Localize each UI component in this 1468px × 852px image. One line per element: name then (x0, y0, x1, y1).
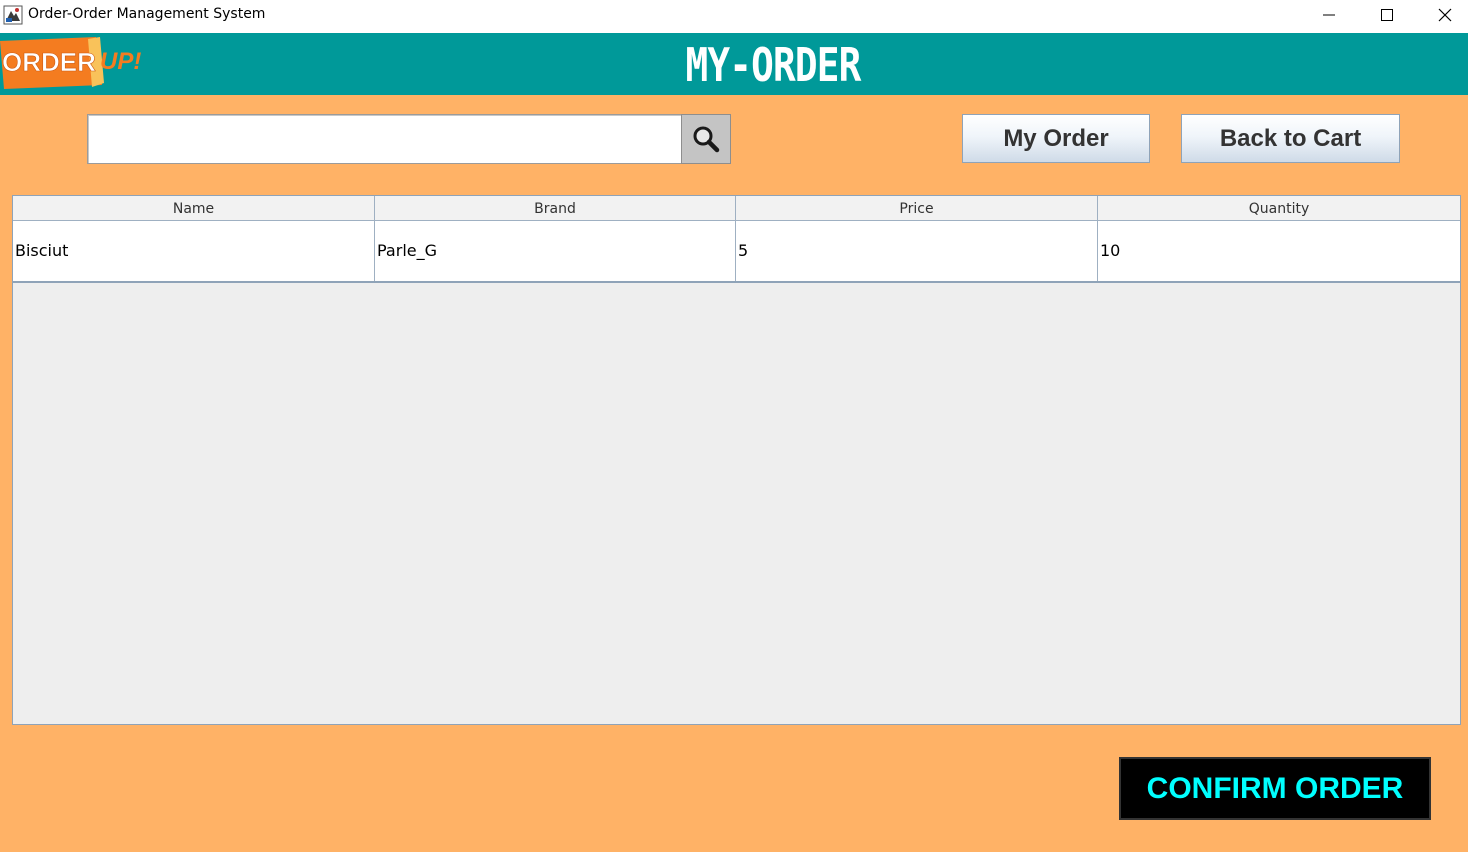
back-to-cart-button[interactable]: Back to Cart (1181, 114, 1400, 163)
maximize-button[interactable] (1358, 0, 1416, 30)
search-input[interactable] (87, 114, 681, 164)
window-titlebar: Order-Order Management System (0, 0, 1468, 33)
app-icon (3, 5, 23, 25)
svg-text:UP!: UP! (100, 48, 141, 75)
minimize-icon (1323, 14, 1335, 16)
confirm-order-button[interactable]: CONFIRM ORDER (1119, 757, 1431, 820)
maximize-icon (1381, 9, 1393, 21)
cell-brand[interactable]: Parle_G (375, 221, 736, 281)
search-button[interactable] (681, 114, 731, 164)
page-header: ORDER UP! MY-ORDER (0, 33, 1468, 95)
close-icon (1438, 8, 1452, 22)
order-table[interactable]: Name Brand Price Quantity Bisciut Parle_… (12, 195, 1461, 725)
page-title: MY-ORDER (685, 38, 861, 92)
column-header-quantity[interactable]: Quantity (1098, 196, 1460, 220)
cell-name[interactable]: Bisciut (13, 221, 375, 281)
cell-price[interactable]: 5 (736, 221, 1098, 281)
column-header-name[interactable]: Name (13, 196, 375, 220)
table-row[interactable]: Bisciut Parle_G 5 10 (13, 221, 1460, 283)
cell-quantity[interactable]: 10 (1098, 221, 1460, 281)
search-icon (693, 126, 720, 153)
my-order-button[interactable]: My Order (962, 114, 1150, 163)
minimize-button[interactable] (1300, 0, 1358, 30)
column-header-brand[interactable]: Brand (375, 196, 736, 220)
column-header-price[interactable]: Price (736, 196, 1098, 220)
svg-text:ORDER: ORDER (2, 47, 96, 77)
table-header: Name Brand Price Quantity (13, 196, 1460, 221)
order-up-logo: ORDER UP! (0, 37, 141, 89)
window-title: Order-Order Management System (28, 6, 266, 22)
close-button[interactable] (1416, 0, 1468, 30)
